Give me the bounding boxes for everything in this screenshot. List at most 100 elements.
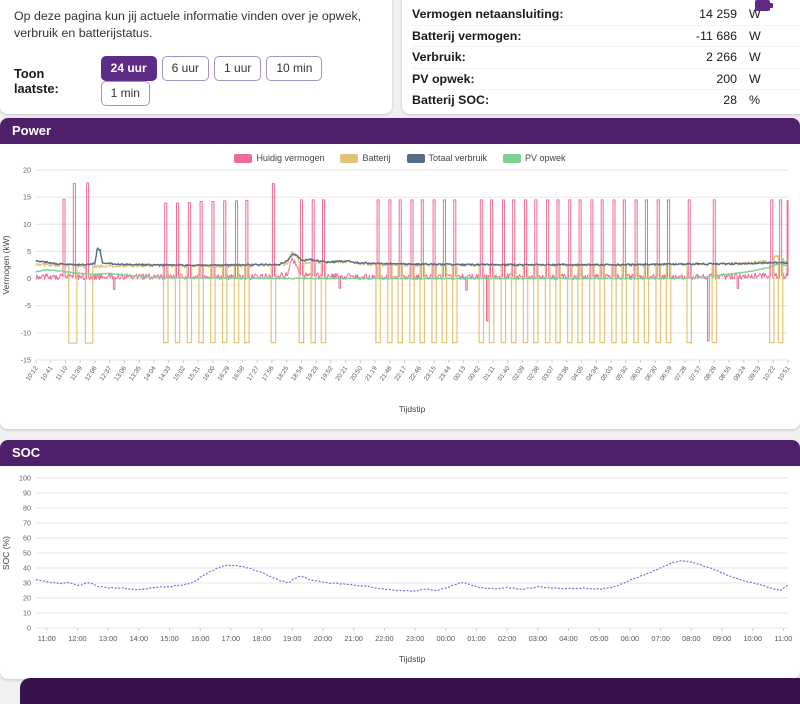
svg-text:02:09: 02:09: [511, 365, 526, 382]
stat-label: PV opwek:: [412, 71, 475, 86]
svg-text:06:01: 06:01: [629, 365, 644, 382]
svg-text:23:15: 23:15: [423, 365, 438, 382]
svg-text:17:00: 17:00: [222, 634, 241, 643]
power-chart: -15 -10 -5 0 5 10 15 20 10:12 10:41 11:10 11:39 12:0…: [1, 166, 792, 415]
filter-button-10-min[interactable]: 10 min: [266, 55, 323, 81]
svg-text:30: 30: [23, 579, 31, 588]
svg-text:10:51: 10:51: [777, 365, 792, 382]
stats-card: Vermogen netaansluiting: 14 259 W Batterij …: [402, 0, 800, 114]
svg-text:18:54: 18:54: [290, 365, 305, 382]
filter-button-24-uur[interactable]: 24 uur: [100, 55, 157, 81]
svg-text:03:36: 03:36: [556, 365, 571, 382]
stat-value: -11 686: [695, 28, 737, 43]
stat-label: Vermogen netaansluiting:: [412, 7, 564, 22]
stat-unit: W: [749, 50, 761, 65]
svg-text:09:00: 09:00: [713, 634, 732, 643]
svg-text:07:28: 07:28: [674, 365, 689, 382]
svg-text:10: 10: [23, 220, 31, 229]
svg-text:14:04: 14:04: [143, 365, 158, 382]
stat-row: Vermogen netaansluiting: 14 259 W: [412, 4, 800, 26]
stat-unit: %: [749, 93, 761, 108]
svg-text:16:00: 16:00: [202, 365, 217, 382]
svg-text:04:34: 04:34: [585, 365, 600, 382]
svg-text:13:35: 13:35: [128, 365, 143, 382]
legend-item-pv-opwek[interactable]: PV opwek: [503, 153, 566, 163]
stat-value: 200: [716, 71, 737, 86]
svg-text:19:00: 19:00: [283, 634, 302, 643]
filter-button-1-min[interactable]: 1 min: [100, 80, 150, 106]
svg-text:03:00: 03:00: [529, 634, 548, 643]
stat-unit: W: [749, 71, 761, 86]
svg-text:18:25: 18:25: [275, 365, 290, 382]
svg-text:20:50: 20:50: [349, 365, 364, 382]
svg-text:08:55: 08:55: [718, 365, 733, 382]
svg-text:02:00: 02:00: [498, 634, 517, 643]
svg-text:11:10: 11:10: [54, 365, 69, 382]
svg-text:07:00: 07:00: [651, 634, 670, 643]
stats-rows: Vermogen netaansluiting: 14 259 W Batterij …: [412, 4, 800, 111]
stat-label: Batterij vermogen:: [412, 28, 522, 43]
svg-text:100: 100: [19, 474, 31, 483]
intro-card: Op deze pagina kun jij actuele informati…: [0, 0, 392, 114]
svg-text:50: 50: [23, 549, 31, 558]
svg-text:-5: -5: [25, 301, 31, 310]
legend-item-huidig-vermogen[interactable]: Huidig vermogen: [234, 153, 324, 163]
svg-text:20: 20: [23, 166, 31, 175]
svg-text:01:11: 01:11: [482, 365, 497, 382]
svg-text:14:00: 14:00: [130, 634, 149, 643]
legend-swatch: [503, 153, 522, 163]
svg-text:05:00: 05:00: [590, 634, 609, 643]
svg-text:23:44: 23:44: [438, 365, 453, 382]
svg-text:Tijdstip: Tijdstip: [399, 654, 426, 664]
soc-section-card: SOC 0 10 20 30 40 50 60 70 80 90 100 11:00 12:00 13:0…: [0, 440, 800, 679]
svg-text:18:00: 18:00: [252, 634, 271, 643]
svg-text:23:00: 23:00: [406, 634, 425, 643]
svg-text:06:30: 06:30: [644, 365, 659, 382]
svg-text:06:00: 06:00: [621, 634, 640, 643]
svg-text:70: 70: [23, 519, 31, 528]
svg-text:08:00: 08:00: [682, 634, 701, 643]
legend-label: Totaal verbruik: [428, 153, 488, 163]
legend-label: PV opwek: [525, 153, 566, 163]
svg-text:90: 90: [23, 489, 31, 498]
stat-label: Verbruik:: [412, 50, 466, 65]
svg-text:17:27: 17:27: [246, 365, 261, 382]
power-chart-body: Huidig vermogen Batterij Totaal verbruik PV…: [0, 144, 800, 429]
intro-description: Op deze pagina kun jij actuele informati…: [14, 9, 362, 41]
svg-text:20:00: 20:00: [314, 634, 333, 643]
stat-row: Batterij SOC: 28%: [412, 90, 800, 111]
legend-swatch: [340, 153, 359, 163]
legend-label: Batterij: [362, 153, 391, 163]
svg-text:01:40: 01:40: [497, 365, 512, 382]
svg-text:01:00: 01:00: [467, 634, 486, 643]
filter-button-1-uur[interactable]: 1 uur: [214, 55, 262, 81]
svg-text:08:26: 08:26: [703, 365, 718, 382]
svg-text:10:22: 10:22: [762, 365, 777, 382]
svg-text:04:05: 04:05: [570, 365, 585, 382]
stat-row: Verbruik: 2 266 W: [412, 47, 800, 69]
svg-text:02:38: 02:38: [526, 365, 541, 382]
svg-text:00:00: 00:00: [437, 634, 456, 643]
svg-text:60: 60: [23, 534, 31, 543]
svg-text:15: 15: [23, 193, 31, 202]
legend-item-totaal-verbruik[interactable]: Totaal verbruik: [406, 153, 488, 163]
svg-text:07:57: 07:57: [688, 365, 703, 382]
svg-text:06:59: 06:59: [659, 365, 674, 382]
legend-label: Huidig vermogen: [256, 153, 325, 163]
filter-button-6-uur[interactable]: 6 uur: [161, 55, 210, 81]
svg-text:00:42: 00:42: [467, 365, 482, 382]
svg-text:21:19: 21:19: [364, 365, 379, 382]
svg-text:21:48: 21:48: [379, 365, 394, 382]
svg-text:11:00: 11:00: [774, 634, 792, 643]
svg-text:11:00: 11:00: [38, 634, 56, 643]
svg-text:Tijdstip: Tijdstip: [399, 404, 426, 414]
stat-value: 2 266: [705, 50, 737, 65]
filter-button-group: 24 uur 6 uur 1 uur 10 min 1 min: [100, 55, 378, 106]
soc-section-header: SOC: [0, 440, 800, 466]
svg-text:22:00: 22:00: [375, 634, 394, 643]
svg-text:12:00: 12:00: [68, 634, 87, 643]
svg-text:10:12: 10:12: [25, 365, 40, 382]
legend-item-batterij[interactable]: Batterij: [340, 153, 391, 163]
svg-text:11:39: 11:39: [69, 365, 84, 382]
battery-icon: [755, 0, 773, 11]
